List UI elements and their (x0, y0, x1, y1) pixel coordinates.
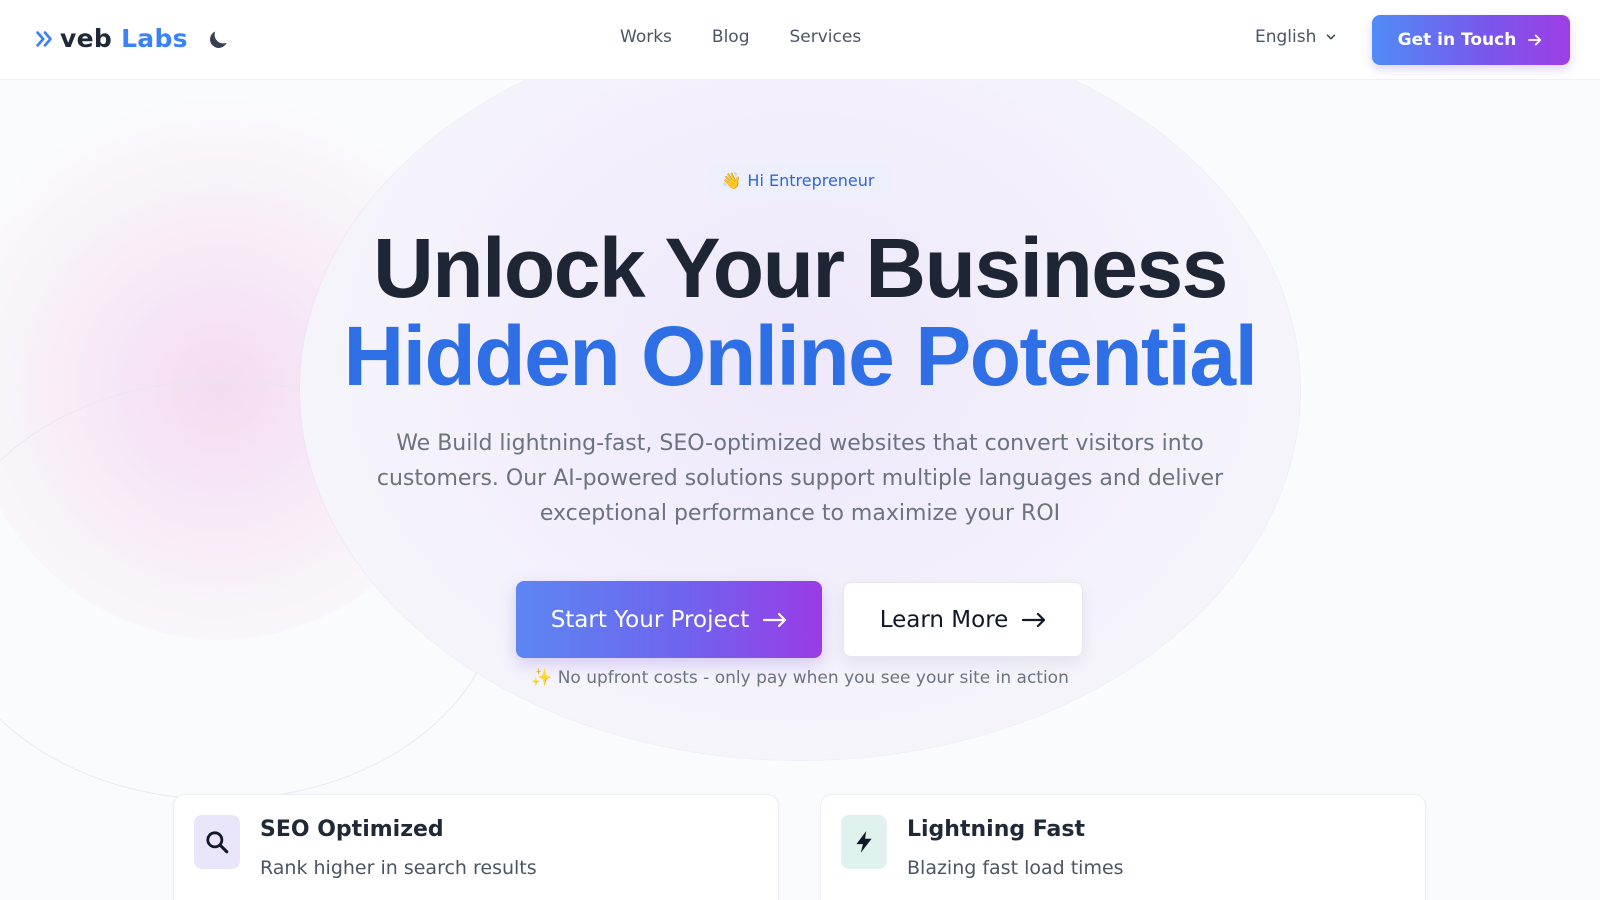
feature-card-seo: SEO Optimized Rank higher in search resu… (173, 794, 779, 900)
logo-text: veb Labs (60, 24, 188, 53)
hero-subtitle: We Build lightning-fast, SEO-optimized w… (376, 431, 1224, 526)
lightning-icon (856, 831, 872, 853)
theme-toggle-button[interactable] (205, 27, 231, 53)
sparkles-icon: ✨ (531, 668, 553, 688)
logo-text-part2: Labs (121, 24, 188, 53)
search-icon (206, 831, 229, 854)
feature-text: Blazing fast load times (907, 857, 1124, 879)
hero-title-line1: Unlock Your Business (373, 221, 1228, 315)
main-nav: Works Blog Services (620, 27, 861, 47)
no-upfront-costs-text: No upfront costs - only pay when you see… (557, 668, 1069, 688)
logo[interactable]: veb Labs (34, 24, 188, 53)
feature-icon-box (194, 815, 240, 869)
feature-text: Rank higher in search results (260, 857, 537, 879)
waving-hand-icon: 👋 (721, 170, 742, 190)
nav-item-services[interactable]: Services (789, 27, 861, 47)
logo-text-part1: veb (60, 24, 113, 53)
hero-title-line2: Hidden Online Potential (343, 309, 1258, 403)
no-upfront-costs-note: ✨ No upfront costs - only pay when you s… (0, 668, 1600, 688)
site-header: veb Labs Works Blog Services English Get… (0, 0, 1600, 80)
feature-icon-box (841, 815, 887, 869)
feature-title: Lightning Fast (907, 817, 1085, 842)
start-project-label: Start Your Project (550, 606, 750, 633)
greeting-badge: 👋 Hi Entrepreneur (704, 162, 892, 198)
arrow-right-icon (1022, 612, 1046, 627)
arrow-right-icon (763, 612, 787, 627)
language-label: English (1255, 27, 1317, 47)
get-in-touch-label: Get in Touch (1397, 30, 1517, 50)
greeting-badge-label: Hi Entrepreneur (747, 170, 875, 190)
start-project-button[interactable]: Start Your Project (516, 581, 822, 658)
feature-card-speed: Lightning Fast Blazing fast load times (820, 794, 1426, 900)
moon-icon (210, 31, 227, 48)
feature-title: SEO Optimized (260, 817, 444, 842)
language-select[interactable]: English (1255, 27, 1338, 47)
arrow-right-icon (1528, 34, 1542, 46)
hero-section: 👋 Hi Entrepreneur Unlock Your Business H… (0, 80, 1600, 900)
nav-item-blog[interactable]: Blog (712, 27, 750, 47)
get-in-touch-button[interactable]: Get in Touch (1372, 15, 1570, 65)
chevron-down-icon (1327, 34, 1336, 40)
learn-more-button[interactable]: Learn More (843, 582, 1083, 657)
nav-item-works[interactable]: Works (620, 27, 672, 47)
learn-more-label: Learn More (879, 606, 1009, 633)
double-chevron-right-icon (36, 30, 52, 47)
